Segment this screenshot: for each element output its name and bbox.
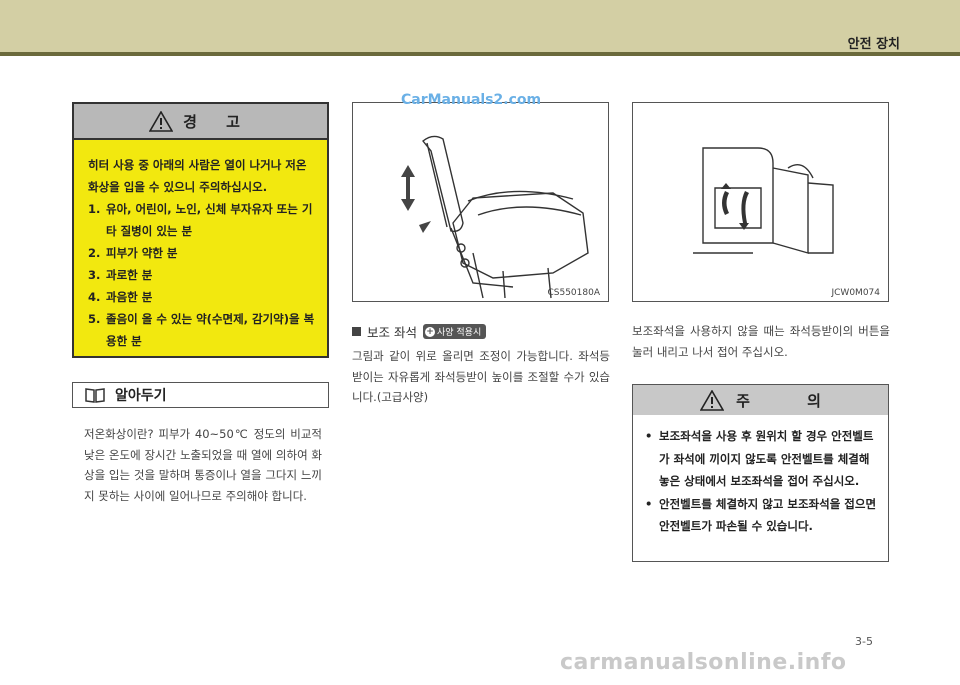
caution-triangle-icon [700, 389, 725, 411]
warning-item: 4. 과음한 분 [88, 290, 153, 304]
caution-title: 주 의 [736, 391, 847, 410]
warning-header: 경 고 [74, 104, 327, 140]
plus-icon: + [424, 326, 435, 337]
seat-adjust-figure: CS550180A [352, 102, 609, 302]
caution-item: • 안전벨트를 체결하지 않고 보조좌석을 접으면 안전벨트가 파손될 수 있습니… [645, 496, 877, 534]
note-body: 저온화상이란? 피부가 40~50℃ 정도의 비교적 낮은 온도에 장시간 노출… [84, 427, 322, 503]
page-number: 3-5 [855, 635, 873, 648]
note-header: 알아두기 [72, 382, 329, 408]
warning-intro: 히터 사용 중 아래의 사람은 열이 나거나 저온화상을 입을 수 있으니 주의… [88, 158, 307, 194]
option-badge: + 사양 적용시 [422, 324, 487, 339]
header-band [0, 0, 960, 52]
note-title: 알아두기 [115, 388, 167, 404]
fold-instructions: 보조좌석을 사용하지 않을 때는 좌석등받이의 버튼을 눌러 내리고 나서 접어… [632, 324, 890, 359]
seat-illustration [401, 135, 589, 299]
figure-code: CS550180A [547, 288, 600, 298]
subsection-title: 보조 좌석 [367, 325, 417, 340]
caution-box: 주 의 • 보조좌석을 사용 후 원위치 할 경우 안전벨트가 좌석에 끼이지 않… [632, 384, 889, 562]
section-title: 안전 장치 [847, 37, 900, 52]
header-divider [0, 52, 960, 56]
figure-code: JCW0M074 [831, 288, 880, 298]
warning-title: 경 고 [183, 112, 252, 131]
subsection-body: 그림과 같이 위로 올리면 조정이 가능합니다. 좌석등받이는 자유롭게 좌석등… [352, 349, 610, 404]
seat-button-illustration [693, 147, 834, 254]
footer-watermark: carmanualsonline.info [560, 650, 847, 675]
warning-triangle-icon [149, 110, 174, 132]
warning-body: 히터 사용 중 아래의 사람은 열이 나거나 저온화상을 입을 수 있으니 주의… [74, 140, 327, 352]
warning-item: 3. 과로한 분 [88, 268, 153, 282]
caution-header: 주 의 [633, 385, 888, 415]
seat-fold-figure: JCW0M074 [632, 102, 889, 302]
subsection-header: 보조 좌석 + 사양 적용시 [352, 322, 487, 341]
warning-item: 5. 졸음이 올 수 있는 약(수면제, 감기약)을 복용한 분 [88, 312, 315, 348]
warning-item: 1. 유아, 어린이, 노인, 신체 부자유자 또는 기타 질병이 있는 분 [88, 202, 313, 238]
caution-item: • 보조좌석을 사용 후 원위치 할 경우 안전벨트가 좌석에 끼이지 않도록 안… [645, 429, 874, 488]
watermark: CarManuals2.com [401, 92, 542, 108]
warning-item: 2. 피부가 약한 분 [88, 246, 178, 260]
caution-body: • 보조좌석을 사용 후 원위치 할 경우 안전벨트가 좌석에 끼이지 않도록 안… [633, 415, 888, 538]
warning-box: 경 고 히터 사용 중 아래의 사람은 열이 나거나 저온화상을 입을 수 있으… [72, 102, 329, 358]
book-icon [85, 388, 105, 403]
square-bullet-icon [352, 327, 361, 336]
